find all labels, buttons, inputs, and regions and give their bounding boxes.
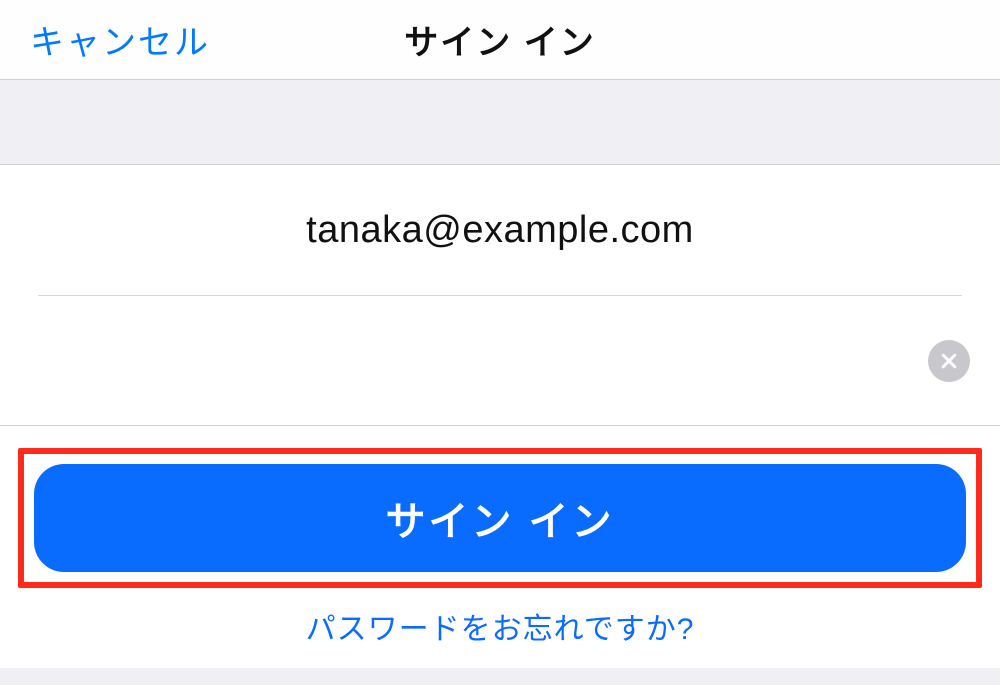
action-area: サイン イン <box>0 426 1000 590</box>
signin-screen: キャンセル サイン イン tanaka@example.com サイン イン パ… <box>0 0 1000 668</box>
forgot-area: パスワードをお忘れですか? <box>0 590 1000 668</box>
clear-icon[interactable] <box>928 340 970 382</box>
signin-button[interactable]: サイン イン <box>34 464 966 572</box>
highlight-frame: サイン イン <box>18 448 982 588</box>
email-row[interactable]: tanaka@example.com <box>38 165 962 295</box>
cancel-button[interactable]: キャンセル <box>30 15 210 64</box>
section-gap <box>0 80 1000 165</box>
signin-form: tanaka@example.com <box>0 165 1000 425</box>
password-row[interactable] <box>38 295 962 425</box>
email-field[interactable]: tanaka@example.com <box>38 209 962 252</box>
x-icon <box>939 351 959 371</box>
forgot-password-link[interactable]: パスワードをお忘れですか? <box>306 613 695 646</box>
nav-bar: キャンセル サイン イン <box>0 0 1000 80</box>
